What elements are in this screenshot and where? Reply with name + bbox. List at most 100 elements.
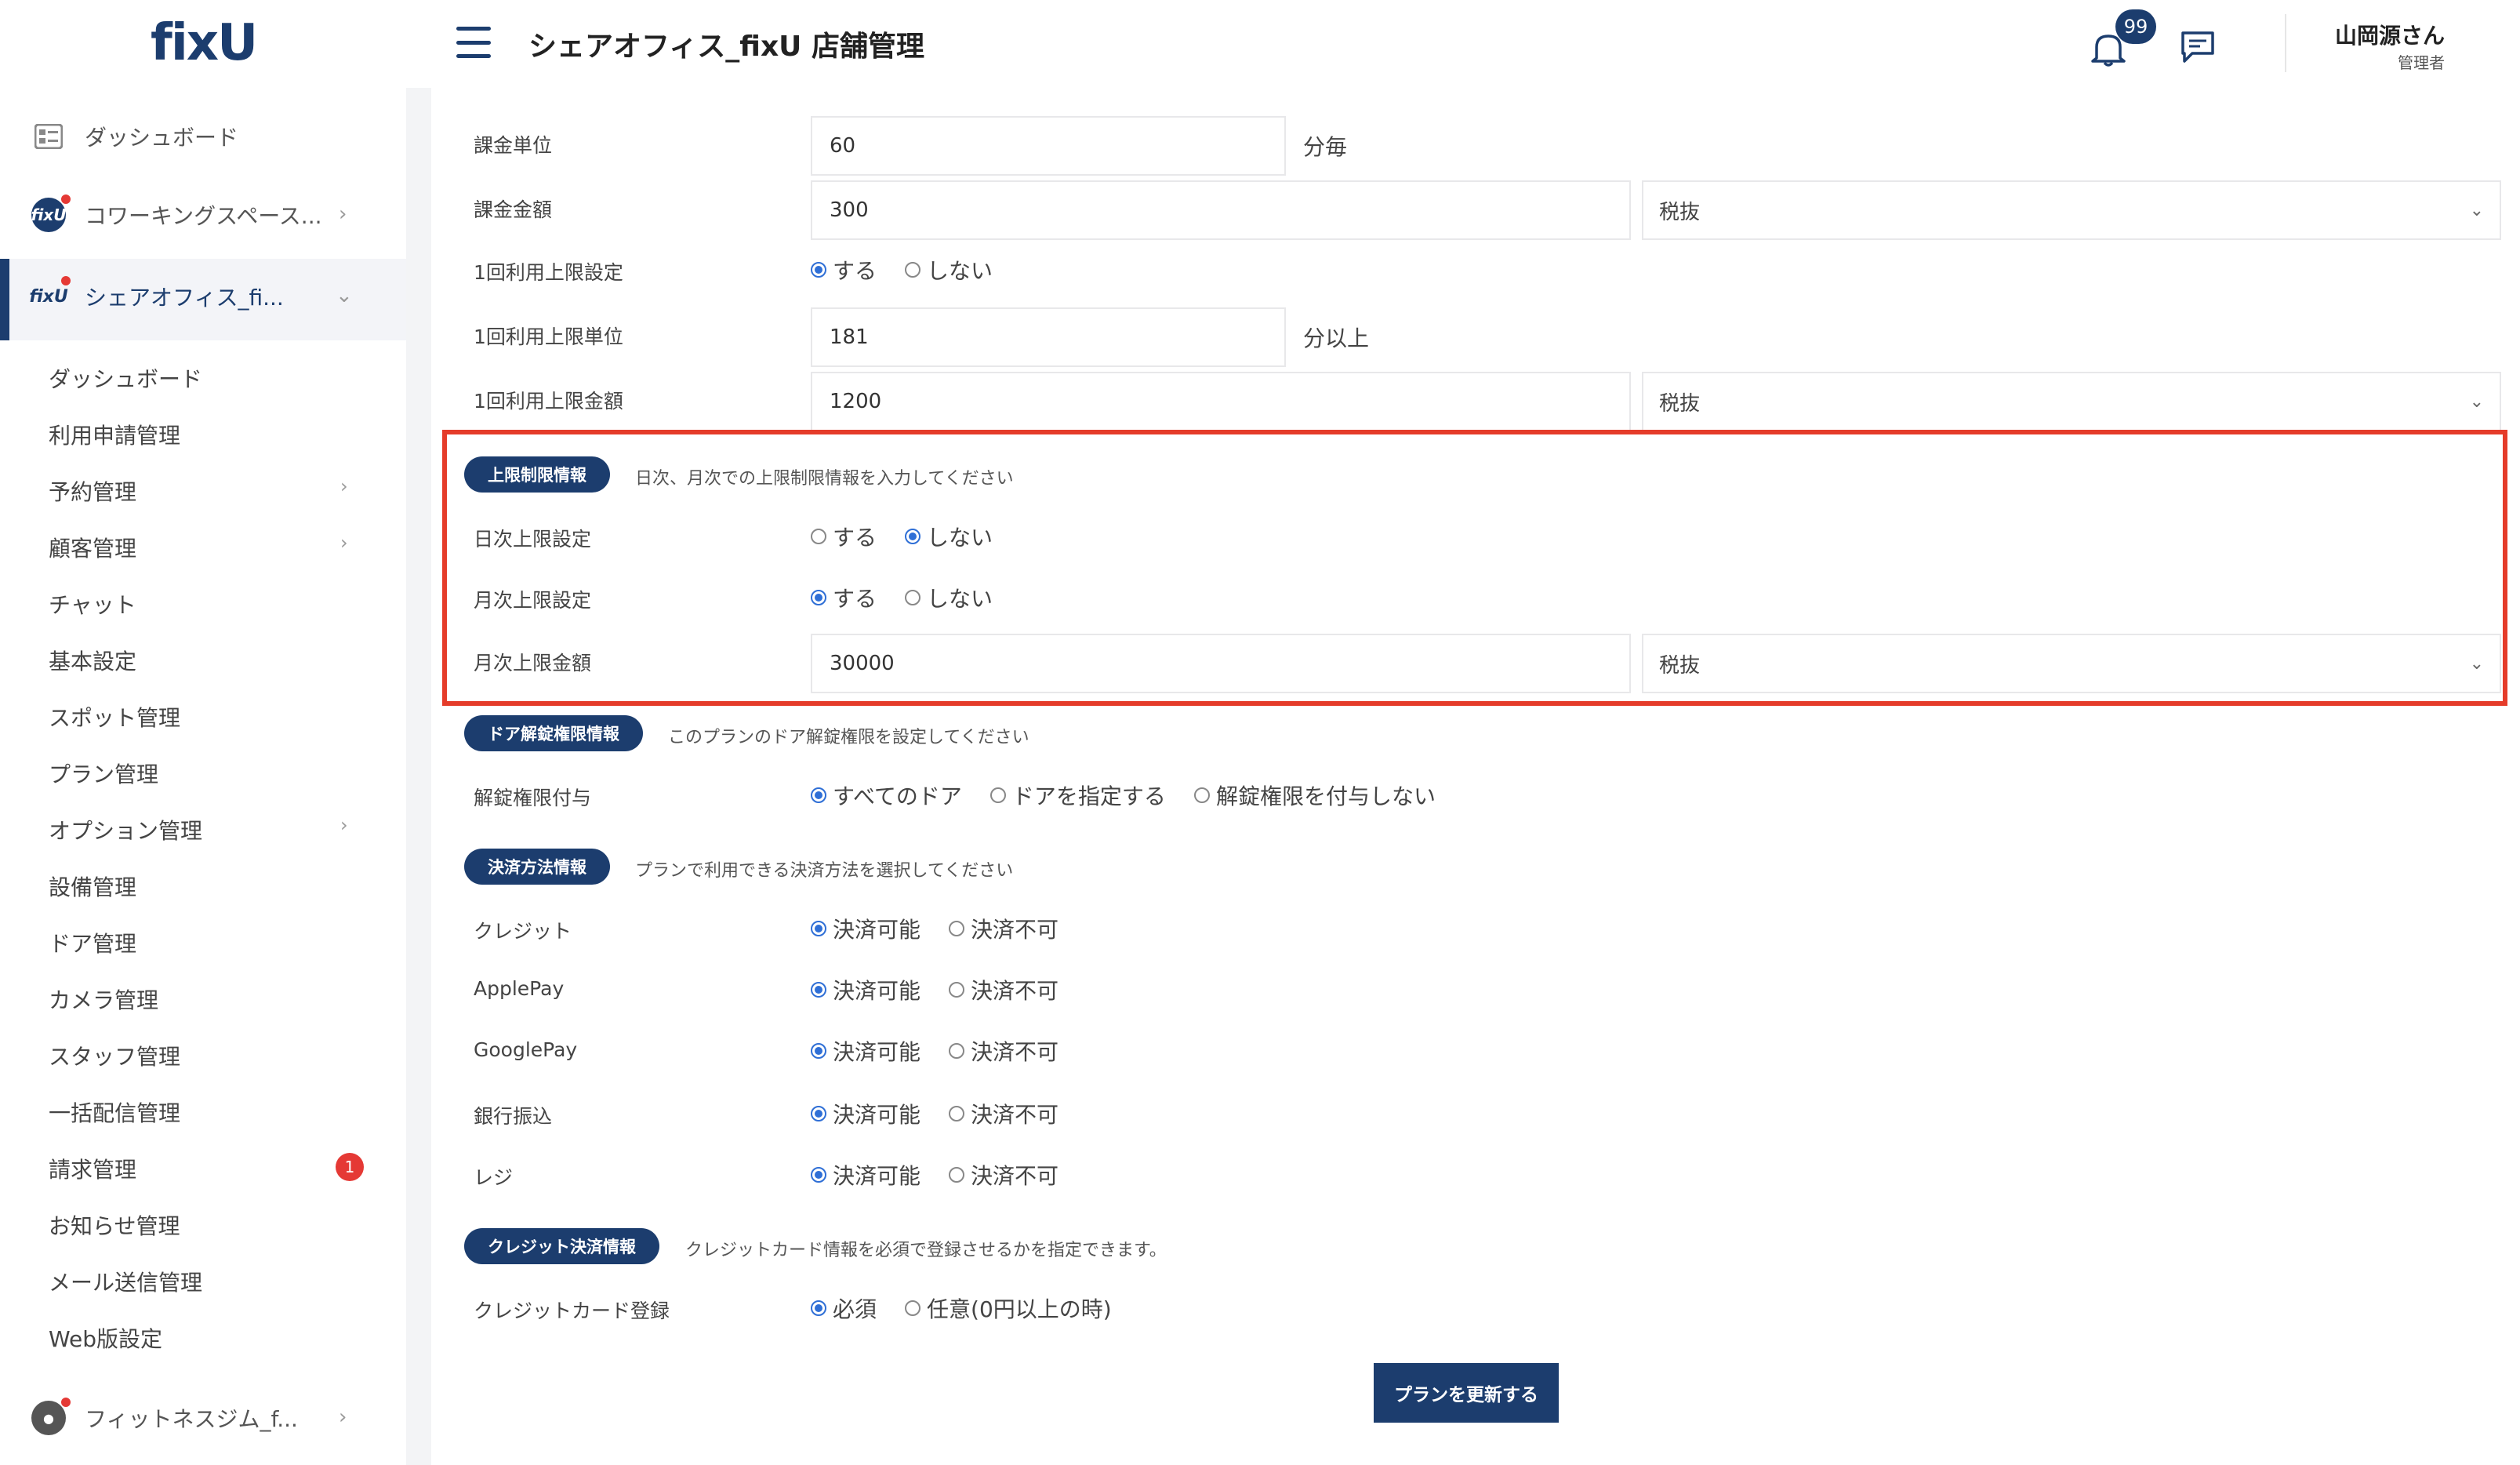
- sidebar-sub-dashboard[interactable]: ダッシュボード: [49, 362, 202, 394]
- update-plan-button[interactable]: プランを更新する: [1374, 1363, 1559, 1423]
- payment-register-label: レジ: [474, 1166, 514, 1189]
- chevron-down-icon: ⌄: [2469, 200, 2484, 220]
- door-unlock-all-radio[interactable]: すべてのドア: [811, 780, 962, 811]
- daily-limit-no-radio[interactable]: しない: [905, 521, 993, 552]
- billing-amount-input[interactable]: 300: [811, 180, 1631, 240]
- payment-bank-disabled-radio[interactable]: 決済不可: [949, 1098, 1058, 1129]
- chevron-down-icon: ⌄: [336, 284, 353, 307]
- single-limit-amount-input[interactable]: 1200: [811, 372, 1631, 431]
- door-section-pill: ドア解錠権限情報: [464, 715, 643, 751]
- sidebar-sub-mail[interactable]: メール送信管理: [49, 1266, 202, 1297]
- payment-credit-enabled-radio[interactable]: 決済可能: [811, 913, 920, 944]
- sidebar-sub-reservations[interactable]: 予約管理: [49, 475, 136, 507]
- sidebar-item-label: フィットネスジム_f...: [85, 1406, 298, 1432]
- credit-card-optional-radio[interactable]: 任意(0円以上の時): [905, 1292, 1112, 1324]
- chat-icon[interactable]: [2180, 30, 2216, 64]
- radio-checked-icon: [811, 1300, 826, 1316]
- payment-register-disabled-radio[interactable]: 決済不可: [949, 1159, 1058, 1191]
- monthly-limit-radio-group: する しない: [811, 582, 1021, 613]
- fixu-logo[interactable]: fixU: [151, 14, 258, 72]
- door-unlock-specify-radio[interactable]: ドアを指定する: [989, 780, 1166, 811]
- sidebar-sub-plans[interactable]: プラン管理: [49, 758, 158, 789]
- radio-label: 必須: [833, 1296, 877, 1322]
- chevron-down-icon: ⌄: [2469, 391, 2484, 412]
- sidebar-sub-applications[interactable]: 利用申請管理: [49, 419, 180, 450]
- sidebar-sub-bulk-delivery[interactable]: 一括配信管理: [49, 1096, 180, 1128]
- payment-googlepay-enabled-radio[interactable]: 決済可能: [811, 1035, 920, 1067]
- single-limit-yes-radio[interactable]: する: [811, 254, 877, 285]
- select-value: 税抜: [1659, 653, 1701, 678]
- user-name[interactable]: 山岡源さん: [2335, 19, 2445, 50]
- credit-card-registration-label: クレジットカード登録: [474, 1300, 670, 1322]
- radio-unchecked-icon: [811, 529, 826, 544]
- radio-unchecked-icon: [989, 787, 1006, 803]
- radio-label: しない: [927, 258, 993, 284]
- monthly-limit-no-radio[interactable]: しない: [905, 582, 993, 613]
- billing-unit-label: 課金単位: [474, 134, 553, 157]
- payment-register-enabled-radio[interactable]: 決済可能: [811, 1159, 920, 1191]
- radio-unchecked-icon: [949, 1106, 965, 1121]
- dashboard-icon: [31, 119, 66, 154]
- radio-checked-icon: [811, 262, 826, 278]
- door-unlock-none-radio[interactable]: 解錠権限を付与しない: [1193, 780, 1436, 811]
- radio-label: 決済可能: [833, 1039, 921, 1065]
- sidebar-item-fitness-gym[interactable]: ● フィットネスジム_f...: [31, 1398, 298, 1435]
- payment-googlepay-radio-group: 決済可能 決済不可: [811, 1035, 1087, 1067]
- sidebar-item-share-office[interactable]: fixU シェアオフィス_fi...: [29, 276, 284, 314]
- daily-limit-yes-radio[interactable]: する: [811, 521, 877, 552]
- sidebar-sub-customers[interactable]: 顧客管理: [49, 532, 136, 563]
- single-limit-no-radio[interactable]: しない: [905, 254, 993, 285]
- radio-label: 決済可能: [833, 1163, 921, 1189]
- chevron-right-icon: ›: [340, 532, 348, 554]
- sidebar-sub-staff[interactable]: スタッフ管理: [49, 1040, 180, 1071]
- credit-card-required-radio[interactable]: 必須: [811, 1292, 877, 1324]
- billing-amount-tax-select[interactable]: 税抜 ⌄: [1642, 180, 2501, 240]
- radio-label: しない: [927, 525, 993, 551]
- monthly-limit-yes-radio[interactable]: する: [811, 582, 877, 613]
- radio-unchecked-icon: [905, 1300, 921, 1316]
- sidebar-sub-news[interactable]: お知らせ管理: [49, 1209, 180, 1241]
- radio-checked-icon: [811, 1043, 826, 1059]
- sidebar-sub-billing[interactable]: 請求管理: [49, 1153, 136, 1184]
- billing-unit-input[interactable]: 60: [811, 116, 1286, 176]
- radio-unchecked-icon: [1193, 787, 1210, 803]
- payment-applepay-enabled-radio[interactable]: 決済可能: [811, 974, 920, 1005]
- payment-applepay-radio-group: 決済可能 決済不可: [811, 974, 1087, 1005]
- payment-register-radio-group: 決済可能 決済不可: [811, 1159, 1087, 1191]
- sidebar-item-coworking[interactable]: fixU コワーキングスペース...: [31, 194, 322, 232]
- radio-unchecked-icon: [905, 590, 921, 605]
- page-title: シェアオフィス_fixU 店舗管理: [528, 31, 924, 63]
- chevron-right-icon: ›: [340, 814, 348, 836]
- single-limit-unit-input[interactable]: 181: [811, 307, 1286, 367]
- door-unlock-radio-group: すべてのドア ドアを指定する 解錠権限を付与しない: [811, 780, 1464, 811]
- sidebar-sub-basic-settings[interactable]: 基本設定: [49, 645, 136, 676]
- limit-section-pill: 上限制限情報: [464, 456, 610, 493]
- sidebar-sub-doors[interactable]: ドア管理: [49, 927, 136, 958]
- payment-credit-disabled-radio[interactable]: 決済不可: [949, 913, 1058, 944]
- radio-checked-icon: [811, 982, 826, 998]
- sidebar-item-label: コワーキングスペース...: [85, 203, 322, 229]
- sidebar-sub-chat[interactable]: チャット: [49, 588, 136, 620]
- payment-credit-label: クレジット: [474, 920, 572, 943]
- sidebar-sub-spots[interactable]: スポット管理: [49, 701, 180, 732]
- sidebar-sub-cameras[interactable]: カメラ管理: [49, 983, 158, 1015]
- payment-googlepay-disabled-radio[interactable]: 決済不可: [949, 1035, 1058, 1067]
- radio-checked-icon: [811, 1106, 826, 1121]
- payment-applepay-disabled-radio[interactable]: 決済不可: [949, 974, 1058, 1005]
- radio-label: 決済不可: [971, 1163, 1059, 1189]
- sidebar-sub-web-settings[interactable]: Web版設定: [49, 1322, 162, 1354]
- sidebar-sub-options[interactable]: オプション管理: [49, 814, 202, 845]
- single-limit-amount-tax-select[interactable]: 税抜 ⌄: [1642, 372, 2501, 431]
- monthly-limit-amount-input[interactable]: 30000: [811, 634, 1631, 693]
- payment-bank-enabled-radio[interactable]: 決済可能: [811, 1098, 920, 1129]
- sidebar-sub-equipment[interactable]: 設備管理: [49, 871, 136, 902]
- monthly-limit-amount-tax-select[interactable]: 税抜 ⌄: [1642, 634, 2501, 693]
- sidebar-item-dashboard[interactable]: ダッシュボード: [31, 119, 238, 154]
- select-value: 税抜: [1659, 200, 1701, 224]
- credit-section-pill: クレジット決済情報: [464, 1228, 659, 1264]
- hamburger-menu-icon[interactable]: [456, 27, 491, 58]
- radio-label: 解錠権限を付与しない: [1215, 783, 1436, 809]
- radio-label: 決済可能: [833, 978, 921, 1004]
- billing-unit-suffix: 分毎: [1303, 134, 1348, 160]
- radio-checked-icon: [811, 787, 826, 803]
